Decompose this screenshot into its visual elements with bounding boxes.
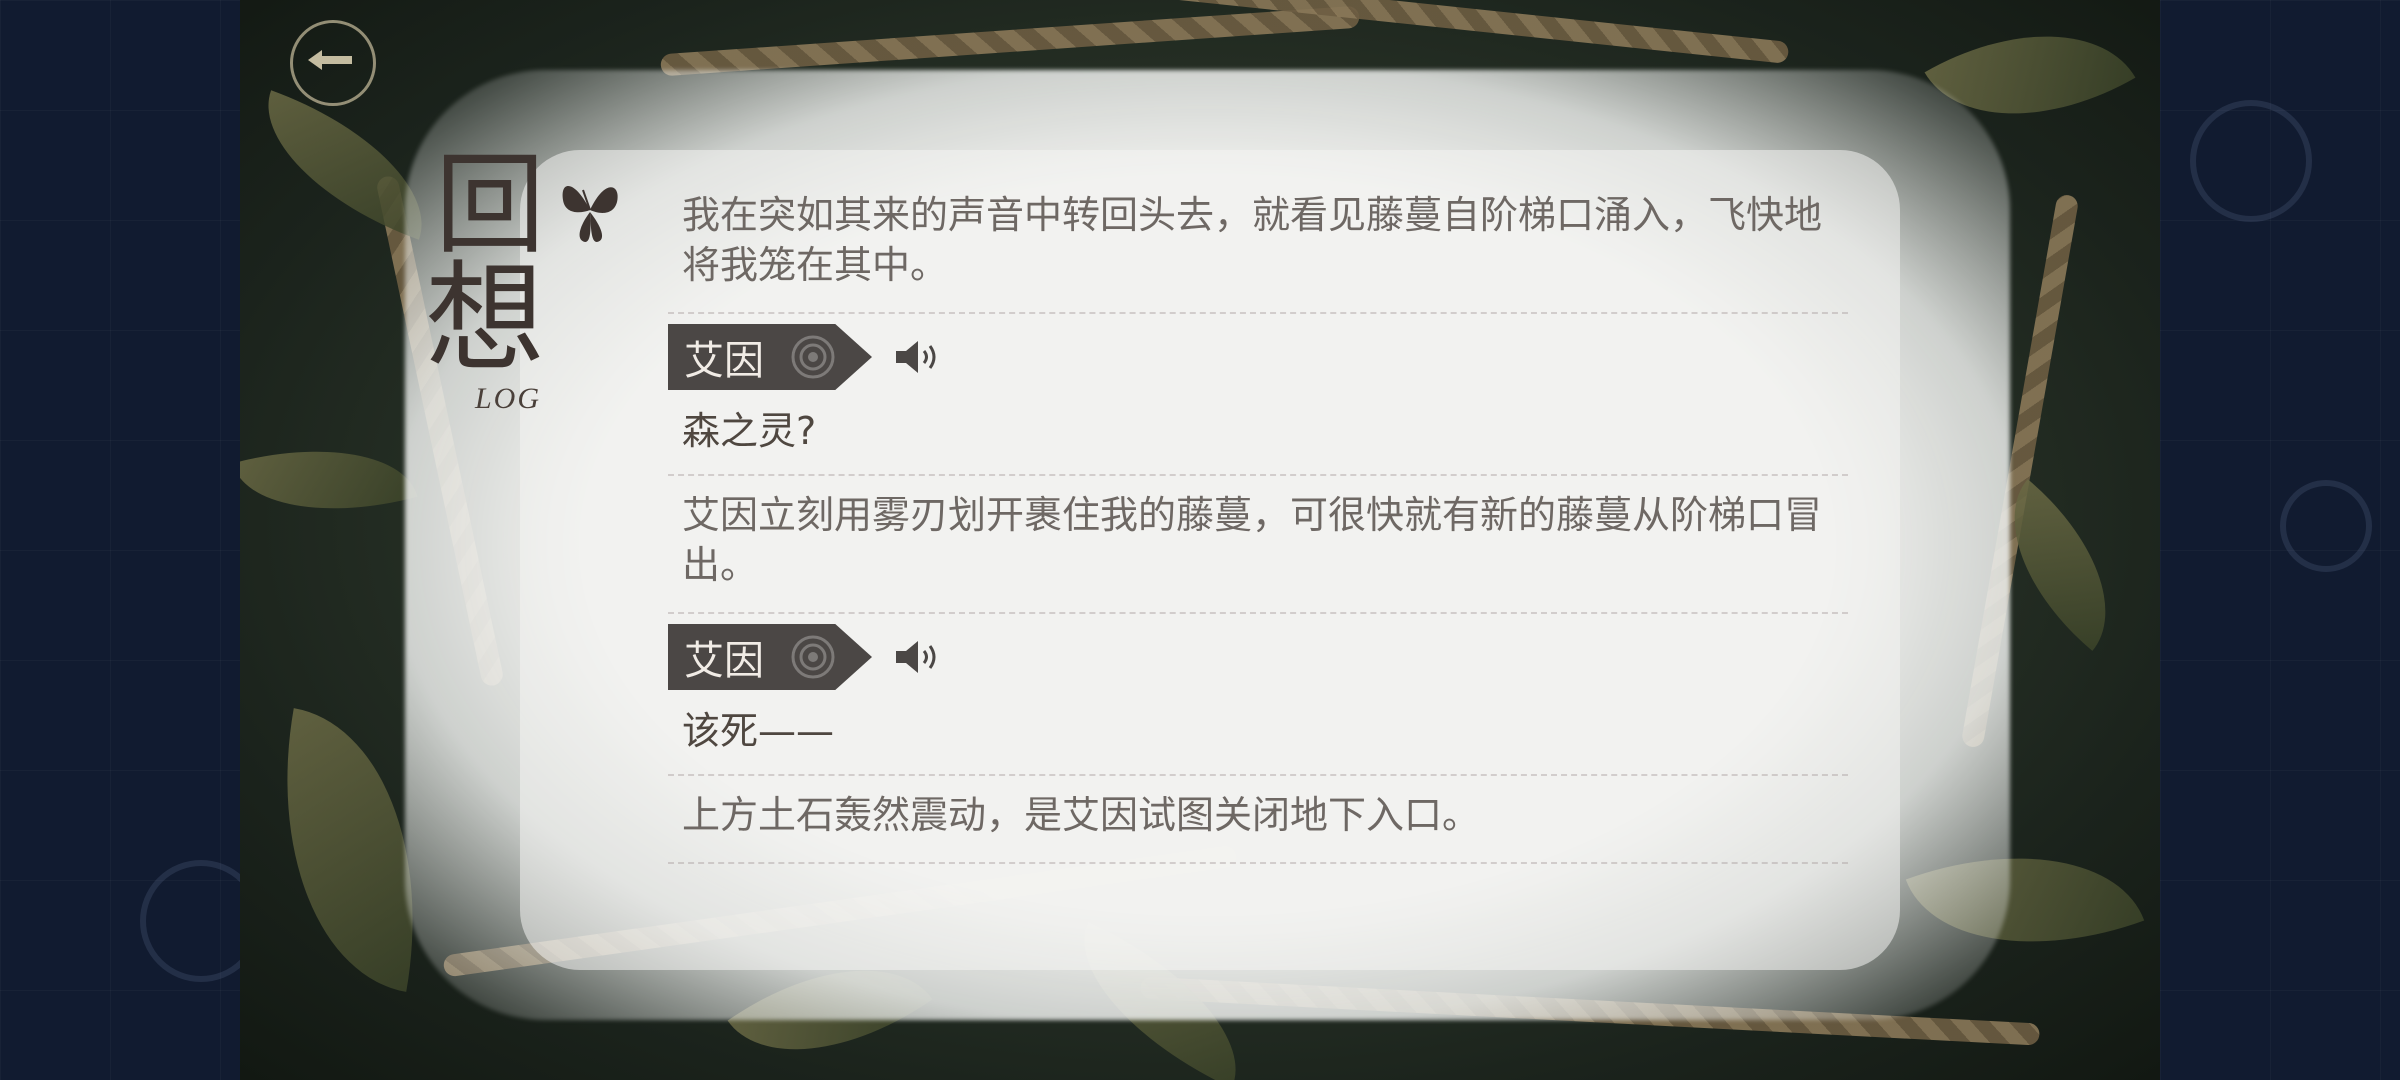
left-side-pattern (0, 0, 262, 1080)
log-entry-dialogue: 艾因 森之灵? (668, 314, 1848, 476)
log-entry-narration: 上方土石轰然震动，是艾因试图关闭地下入口。 (668, 776, 1848, 864)
title-subtitle: LOG (475, 382, 542, 415)
leaf-decoration (240, 419, 418, 541)
speaker-name: 艾因 (684, 338, 764, 384)
speaker-tag: 艾因 (668, 624, 872, 690)
log-screen: 回 想 LOG 我在突如其来的声音中转回头去，就看见藤蔓自阶梯口涌入，飞快地将我… (0, 0, 2400, 1080)
speaker-row: 艾因 (668, 322, 1848, 392)
dialogue-text: 森之灵? (682, 409, 817, 453)
log-entry-narration: 我在突如其来的声音中转回头去，就看见藤蔓自阶梯口涌入，飞快地将我笼在其中。 (668, 190, 1848, 314)
log-entry-dialogue: 艾因 该死—— (668, 614, 1848, 776)
rose-icon (791, 335, 835, 379)
speaker-row: 艾因 (668, 622, 1848, 692)
vine-decoration (660, 5, 1360, 77)
rose-ornament-icon (2280, 480, 2372, 572)
log-entry-narration: 艾因立刻用雾刃划开裹住我的藤蔓，可很快就有新的藤蔓从阶梯口冒出。 (668, 476, 1848, 614)
speaker-volume-icon[interactable] (894, 337, 942, 377)
log-list[interactable]: 我在突如其来的声音中转回头去，就看见藤蔓自阶梯口涌入，飞快地将我笼在其中。 艾因 (668, 190, 1848, 864)
butterfly-icon (562, 186, 618, 242)
log-title: 回 想 LOG (355, 150, 625, 420)
dialogue-text: 该死—— (682, 709, 835, 753)
back-arrow-icon (308, 50, 352, 70)
title-char-bottom: 想 (425, 250, 545, 389)
speaker-tag: 艾因 (668, 324, 872, 390)
speaker-volume-icon[interactable] (894, 637, 942, 677)
rose-icon (791, 635, 835, 679)
back-button[interactable] (272, 4, 388, 120)
rose-ornament-icon (2190, 100, 2312, 222)
title-char-top: 回 (435, 141, 545, 269)
speaker-name: 艾因 (684, 638, 764, 684)
right-side-pattern (2160, 0, 2400, 1080)
